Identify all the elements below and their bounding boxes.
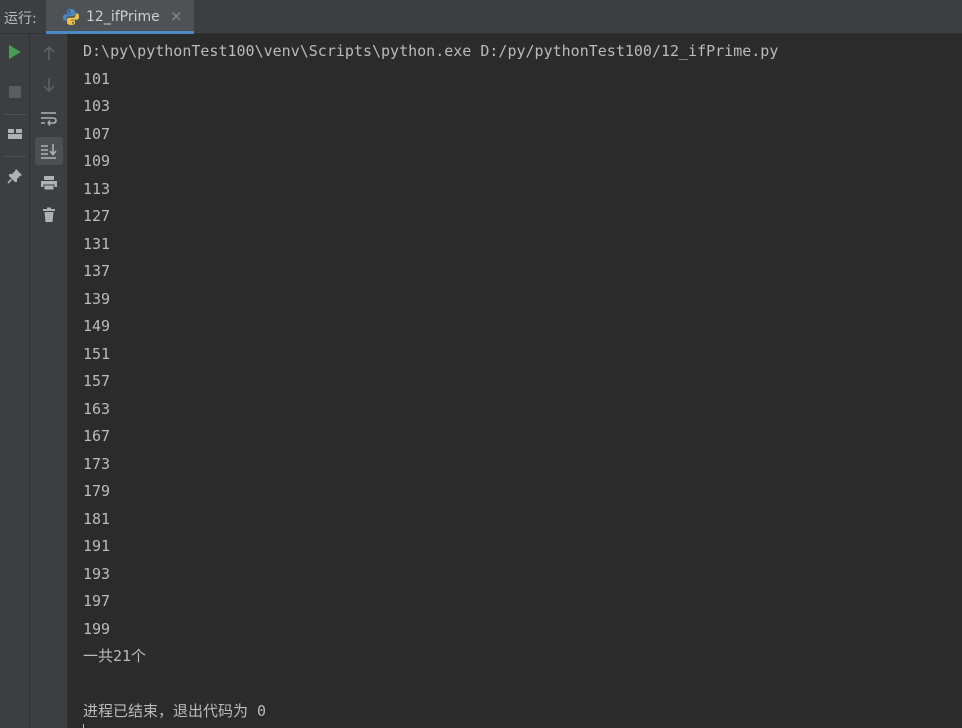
console-output-line: 181: [83, 509, 111, 528]
console-exit-message-line: 进程已结束，退出代码为 0: [83, 702, 267, 720]
console-output-line: 107: [83, 124, 111, 143]
console-output-line: 103: [83, 97, 111, 115]
scroll-to-end-icon: [41, 144, 57, 159]
layout-icon: [8, 129, 22, 139]
console-text: D:\py\pythonTest100\venv\Scripts\python.…: [83, 38, 778, 726]
toolbar-separator: [4, 156, 26, 157]
pin-icon: [7, 169, 22, 184]
scroll-to-end-button[interactable]: [35, 137, 63, 165]
previous-occurrence-button[interactable]: [36, 40, 62, 66]
text-cursor: [83, 724, 84, 728]
next-occurrence-button[interactable]: [36, 72, 62, 98]
console-output-line: 139: [83, 289, 111, 308]
run-tool-header: 运行: 12_ifPrime ×: [0, 0, 962, 34]
clear-all-button[interactable]: [36, 202, 62, 228]
console-output-line: 193: [83, 564, 111, 583]
console-toolbar: [30, 34, 68, 728]
console-output-line: 149: [83, 317, 111, 335]
print-icon: [41, 176, 57, 191]
console-output-line: 157: [83, 372, 111, 390]
console-output-line: 101: [83, 69, 111, 88]
play-icon: [9, 45, 21, 59]
console-output[interactable]: D:\py\pythonTest100\venv\Scripts\python.…: [68, 34, 962, 728]
console-output-line: 179: [83, 482, 111, 500]
console-output-line: 131: [83, 234, 111, 253]
python-icon: [63, 9, 79, 25]
console-output-line: 109: [83, 152, 111, 170]
trash-icon: [43, 207, 55, 222]
console-output-line: 127: [83, 207, 111, 225]
console-output-line: 173: [83, 454, 111, 473]
toolbar-separator: [4, 114, 26, 115]
arrow-up-icon: [43, 45, 55, 60]
console-command-line: D:\py\pythonTest100\venv\Scripts\python.…: [83, 42, 779, 60]
run-toolbar: [0, 34, 30, 728]
run-label: 运行:: [4, 11, 37, 27]
soft-wrap-button[interactable]: [36, 105, 62, 131]
stop-button[interactable]: [3, 80, 27, 104]
tab-title: 12_ifPrime: [86, 9, 160, 25]
layout-button[interactable]: [3, 122, 27, 146]
pin-tab-button[interactable]: [3, 164, 27, 188]
console-summary-line: 一共21个: [83, 647, 147, 665]
console-output-line: 137: [83, 262, 111, 280]
soft-wrap-icon: [41, 112, 57, 126]
console-output-line: 197: [83, 592, 111, 610]
print-button[interactable]: [36, 170, 62, 196]
rerun-button[interactable]: [3, 40, 27, 64]
arrow-down-icon: [43, 78, 55, 93]
console-output-line: 191: [83, 537, 111, 555]
console-output-line: 151: [83, 344, 111, 363]
console-output-line: 199: [83, 619, 111, 638]
stop-icon: [9, 86, 21, 98]
tab-12-ifprime[interactable]: 12_ifPrime ×: [46, 0, 194, 34]
close-icon[interactable]: ×: [170, 7, 183, 25]
console-output-line: 113: [83, 179, 111, 198]
console-output-line: 163: [83, 399, 111, 418]
console-output-line: 167: [83, 427, 111, 445]
